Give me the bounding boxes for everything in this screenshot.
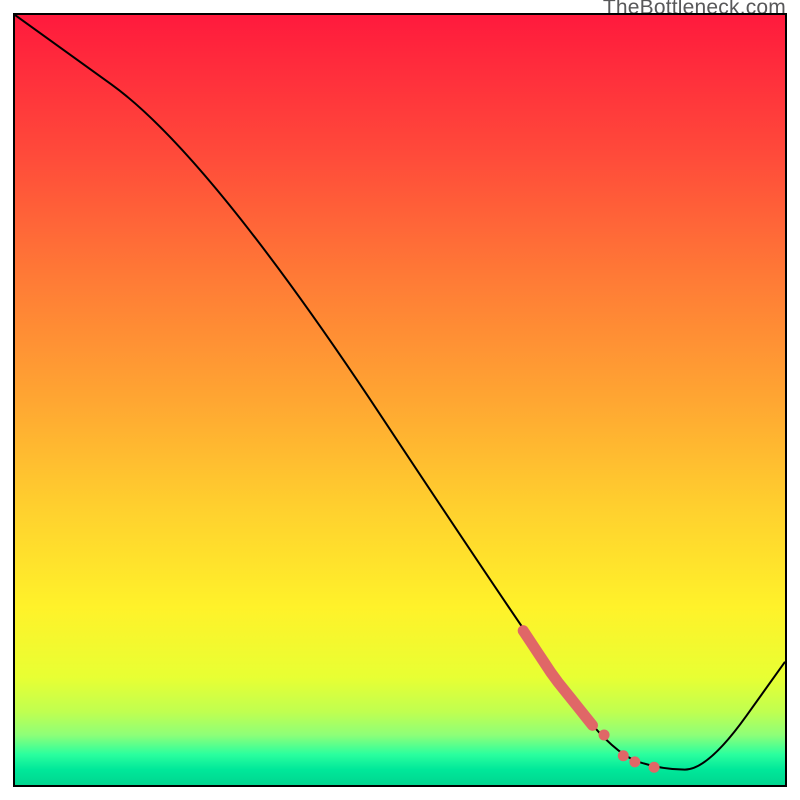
chart-svg (15, 15, 785, 785)
marker-dot (618, 750, 629, 761)
marker-dot (599, 729, 610, 740)
chart-stage: TheBottleneck.com (0, 0, 800, 800)
marker-dot (629, 756, 640, 767)
marker-dot (649, 762, 660, 773)
gradient-background (15, 15, 785, 785)
plot-area (13, 13, 787, 787)
